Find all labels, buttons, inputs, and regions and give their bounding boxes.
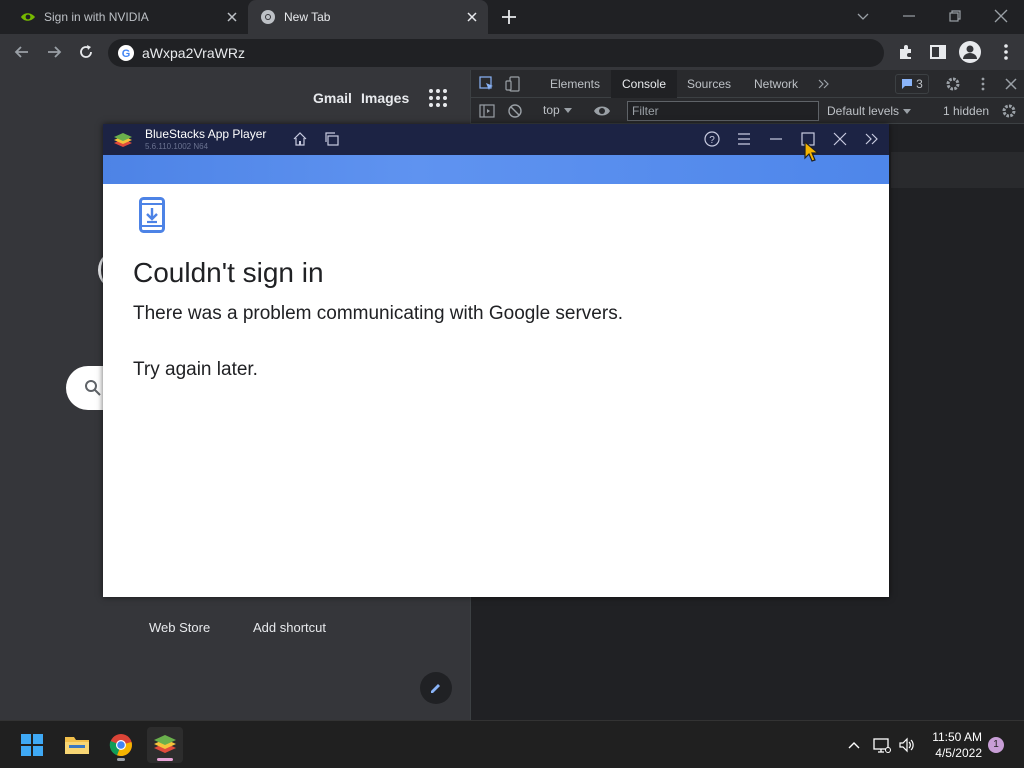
home-icon[interactable] [292,131,308,147]
gmail-link[interactable]: Gmail [313,90,352,106]
start-button[interactable] [14,727,50,763]
shortcut-web-store[interactable]: Web Store [149,620,210,635]
inspect-element-icon[interactable] [479,76,495,92]
hamburger-menu-icon[interactable] [736,131,752,147]
live-expression-eye-icon[interactable] [593,102,611,120]
devtools-tab-bar: Elements Console Sources Network 3 [471,70,1024,98]
search-icon [84,379,102,397]
nvidia-icon [20,11,36,23]
extensions-icon[interactable] [896,42,916,62]
help-icon[interactable]: ? [704,131,720,147]
error-retry-message: Try again later. [133,359,258,380]
customize-chrome-button[interactable] [420,672,452,704]
bluestacks-window: BlueStacks App Player 5.6.110.1002 N64 ? [103,124,889,597]
restore-window-icon[interactable] [945,6,965,26]
tab-search-icon[interactable] [853,6,873,26]
sidebar-toggle-icon[interactable] [479,103,495,119]
more-tabs-icon[interactable] [817,76,831,92]
clock-time[interactable]: 11:50 AM [926,730,982,744]
forward-icon[interactable] [44,42,64,62]
bluestacks-taskbar-button[interactable] [147,727,183,763]
phone-download-icon [139,197,165,233]
message-count: 3 [916,77,923,91]
device-toolbar-icon[interactable] [505,76,521,92]
devtools-menu-icon[interactable] [975,76,991,92]
network-icon[interactable] [873,736,891,754]
minimize-window-icon[interactable] [899,6,919,26]
address-bar[interactable]: G aWxpa2VraWRz [108,39,884,67]
browser-toolbar: G aWxpa2VraWRz [0,34,1024,70]
close-window-icon[interactable] [991,6,1011,26]
menu-dots-icon[interactable] [996,42,1016,62]
side-panel-icon[interactable] [928,42,948,62]
browser-tab-strip: Sign in with NVIDIA New Tab [0,0,1024,34]
new-tab-button[interactable] [500,8,518,26]
tab-network[interactable]: Network [743,70,809,98]
bluestacks-title: BlueStacks App Player [145,127,267,141]
tab-sources[interactable]: Sources [679,70,739,98]
bluestacks-logo-icon [154,735,176,753]
error-title: Couldn't sign in [133,257,324,288]
reload-icon[interactable] [76,42,96,62]
minimize-icon[interactable] [768,131,784,147]
sidebar-expand-icon[interactable] [864,131,880,147]
dropdown-arrow-icon [563,108,572,113]
tab-console[interactable]: Console [611,70,677,98]
tab-elements[interactable]: Elements [541,70,609,98]
log-levels-value: Default levels [827,104,900,118]
context-value: top [543,103,560,117]
svg-text:G: G [122,48,131,60]
back-icon[interactable] [12,42,32,62]
active-indicator [157,758,173,761]
close-tab-icon[interactable] [224,9,240,25]
android-status-bar [103,155,889,184]
log-levels-dropdown[interactable]: Default levels [827,104,912,118]
volume-icon[interactable] [898,736,916,754]
clear-console-icon[interactable] [507,103,523,119]
console-messages-badge[interactable]: 3 [895,74,929,94]
tab-sign-in-nvidia[interactable]: Sign in with NVIDIA [0,0,248,34]
message-icon [902,79,913,89]
show-hidden-icons-chevron-icon[interactable] [846,737,862,753]
close-devtools-icon[interactable] [1003,76,1019,92]
shortcut-add[interactable]: Add shortcut [253,620,326,635]
tab-new-tab[interactable]: New Tab [248,0,488,34]
close-icon[interactable] [832,131,848,147]
bluestacks-version: 5.6.110.1002 N64 [145,142,209,151]
apps-grid-icon[interactable] [428,88,448,108]
images-link[interactable]: Images [361,90,409,106]
address-text: aWxpa2VraWRz [142,45,245,61]
error-message: There was a problem communicating with G… [133,303,623,324]
hidden-count: 1 hidden [943,104,990,118]
running-indicator [117,758,125,761]
close-tab-icon[interactable] [464,9,480,25]
chrome-taskbar-button[interactable] [103,727,139,763]
svg-text:?: ? [709,135,715,146]
notification-badge[interactable]: 1 [988,737,1004,753]
bluestacks-titlebar[interactable]: BlueStacks App Player 5.6.110.1002 N64 ? [103,124,889,155]
tab-title: New Tab [284,10,331,24]
bluestacks-logo-icon [112,130,134,150]
google-icon: G [118,45,134,61]
console-filter-input[interactable]: Filter [627,101,819,121]
windows-logo-icon [21,734,43,756]
multi-instance-icon[interactable] [324,131,340,147]
console-filter-bar: top Filter Default levels 1 hidden [471,98,1024,124]
context-selector[interactable]: top [543,103,572,117]
folder-icon [65,737,89,754]
profile-avatar-icon[interactable] [959,41,981,63]
console-settings-icon[interactable] [1001,103,1017,119]
clock-date[interactable]: 4/5/2022 [926,746,982,760]
mouse-cursor-icon [803,140,823,164]
windows-taskbar: 11:50 AM 4/5/2022 1 [0,720,1024,768]
dropdown-arrow-icon [903,109,912,114]
tab-title: Sign in with NVIDIA [44,10,149,24]
chrome-icon [109,734,132,757]
chrome-icon [260,9,276,25]
sign-in-error-screen [103,184,889,597]
console-log-row [891,152,1024,188]
file-explorer-button[interactable] [59,727,95,763]
settings-gear-icon[interactable] [945,76,961,92]
